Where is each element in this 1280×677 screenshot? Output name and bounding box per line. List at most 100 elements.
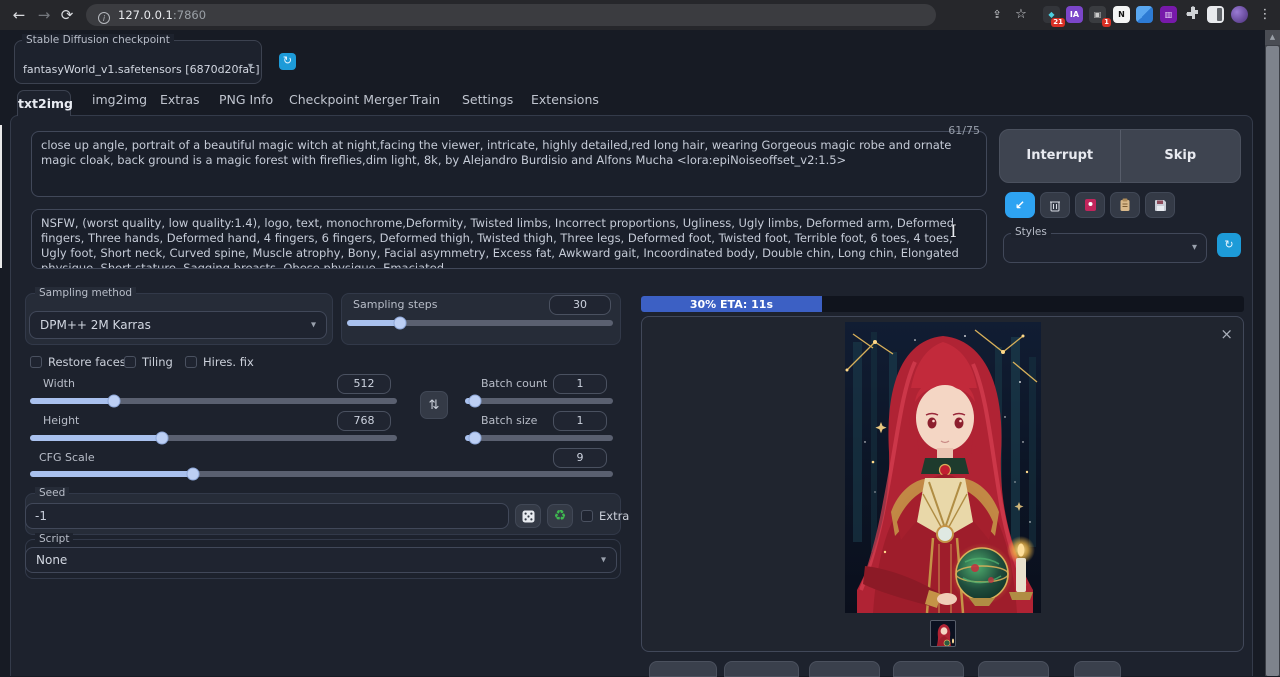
skip-button[interactable]: Skip: [1121, 130, 1241, 182]
chevron-down-icon: ▾: [601, 555, 606, 566]
slider-handle[interactable]: [187, 468, 200, 481]
apply-style-button[interactable]: [1110, 192, 1140, 218]
gem-pendant: [940, 465, 951, 476]
checkbox-icon: [30, 356, 42, 368]
tab-png-info[interactable]: PNG Info: [219, 92, 273, 107]
extension-pin-icon[interactable]: ◆21: [1043, 6, 1060, 23]
checkpoint-dropdown[interactable]: Stable Diffusion checkpoint fantasyWorld…: [14, 40, 262, 84]
height-label: Height: [43, 414, 79, 427]
gallery-action-button[interactable]: [809, 661, 880, 677]
profile-avatar[interactable]: [1231, 6, 1248, 23]
styles-dropdown[interactable]: Styles ▾: [1003, 233, 1207, 263]
width-slider[interactable]: [30, 398, 397, 404]
witch-face: [916, 385, 974, 451]
tab-extensions[interactable]: Extensions: [531, 92, 599, 107]
gallery-thumbnail[interactable]: [930, 620, 956, 647]
restore-faces-checkbox[interactable]: Restore faces: [30, 355, 126, 369]
browser-reload-button[interactable]: ⟳: [56, 4, 78, 26]
gallery-action-button[interactable]: [724, 661, 799, 677]
slider-handle[interactable]: [156, 432, 169, 445]
tiling-label: Tiling: [142, 355, 173, 369]
gallery-action-button[interactable]: [1074, 661, 1121, 677]
save-style-button[interactable]: [1145, 192, 1175, 218]
trash-icon: [1049, 199, 1061, 212]
checkpoint-label: Stable Diffusion checkpoint: [22, 34, 174, 46]
seed-input[interactable]: [25, 503, 509, 529]
extension-onenote-icon[interactable]: ▥: [1160, 6, 1177, 23]
tab-checkpoint-merger[interactable]: Checkpoint Merger: [289, 92, 407, 107]
close-icon[interactable]: ×: [1220, 327, 1233, 341]
window-edge-artifact: [0, 125, 2, 268]
extension-capture-icon[interactable]: ▣1: [1089, 6, 1106, 23]
sampling-steps-value[interactable]: 30: [549, 295, 611, 315]
cfg-scale-slider[interactable]: [30, 471, 613, 477]
extension-notion-icon[interactable]: N: [1113, 6, 1130, 23]
checkbox-icon: [185, 356, 197, 368]
slider-handle[interactable]: [108, 395, 121, 408]
scrollbar-thumb[interactable]: [1266, 46, 1279, 676]
generated-image-preview[interactable]: [845, 322, 1041, 613]
tiling-checkbox[interactable]: Tiling: [124, 355, 173, 369]
swap-dimensions-button[interactable]: ⇅: [420, 391, 448, 419]
tab-extras[interactable]: Extras: [160, 92, 200, 107]
cfg-scale-value[interactable]: 9: [553, 448, 607, 468]
sidebar-toggle-icon[interactable]: [1207, 6, 1224, 23]
extra-seed-checkbox[interactable]: Extra: [581, 509, 629, 523]
slider-handle[interactable]: [394, 317, 407, 330]
swap-arrows-icon: ⇅: [429, 398, 440, 413]
height-value[interactable]: 768: [337, 411, 391, 431]
height-slider[interactable]: [30, 435, 397, 441]
slider-handle[interactable]: [469, 395, 482, 408]
flower-card-icon: [1084, 198, 1097, 212]
floppy-disk-icon: [1154, 199, 1167, 212]
slider-handle[interactable]: [469, 432, 482, 445]
sampling-steps-slider[interactable]: [347, 320, 613, 326]
clear-prompt-button[interactable]: [1040, 192, 1070, 218]
extra-networks-button[interactable]: [1075, 192, 1105, 218]
script-select[interactable]: None ▾: [25, 547, 617, 573]
slider-fill: [30, 435, 162, 441]
output-gallery: ×: [641, 316, 1244, 652]
reuse-seed-button[interactable]: ♻: [547, 504, 573, 528]
gallery-action-button[interactable]: [978, 661, 1049, 677]
styles-refresh-button[interactable]: ↻: [1217, 233, 1241, 257]
browser-menu-icon[interactable]: ⋮: [1254, 4, 1276, 26]
script-label: Script: [35, 533, 73, 545]
sidebar-glyph: [1217, 8, 1222, 21]
address-bar[interactable]: i127.0.0.1:7860: [86, 4, 936, 26]
extensions-puzzle-icon[interactable]: [1184, 6, 1201, 23]
batch-size-label: Batch size: [481, 414, 537, 427]
sampling-method-select[interactable]: DPM++ 2M Karras ▾: [29, 311, 327, 339]
hires-fix-checkbox[interactable]: Hires. fix: [185, 355, 254, 369]
extension-blue-icon[interactable]: [1136, 6, 1153, 23]
checkpoint-refresh-button[interactable]: ↻: [279, 53, 296, 70]
chevron-down-icon: ▾: [248, 61, 253, 72]
paste-params-button[interactable]: ↙: [1005, 192, 1035, 218]
batch-size-value[interactable]: 1: [553, 411, 607, 431]
batch-size-slider[interactable]: [465, 435, 613, 441]
browser-back-button[interactable]: ←: [8, 4, 30, 26]
gallery-action-button[interactable]: [893, 661, 964, 677]
extension-ia-icon[interactable]: IA: [1066, 6, 1083, 23]
tab-img2img[interactable]: img2img: [92, 92, 147, 107]
scrollbar-up-arrow[interactable]: ▲: [1265, 30, 1280, 45]
checkbox-icon: [581, 510, 593, 522]
extra-seed-label: Extra: [599, 509, 629, 523]
width-value[interactable]: 512: [337, 374, 391, 394]
random-seed-button[interactable]: [515, 504, 541, 528]
batch-count-value[interactable]: 1: [553, 374, 607, 394]
interrupt-button[interactable]: Interrupt: [1000, 130, 1120, 182]
prompt-input[interactable]: close up angle, portrait of a beautiful …: [31, 131, 987, 197]
negative-prompt-input[interactable]: NSFW, (worst quality, low quality:1.4), …: [31, 209, 987, 269]
share-icon[interactable]: ⇪: [986, 4, 1008, 26]
gallery-action-button[interactable]: [649, 661, 717, 677]
webui-page: Stable Diffusion checkpoint fantasyWorld…: [0, 30, 1280, 676]
width-label: Width: [43, 377, 75, 390]
tab-settings[interactable]: Settings: [462, 92, 513, 107]
tab-txt2img[interactable]: txt2img: [17, 90, 71, 116]
browser-forward-button[interactable]: →: [33, 4, 55, 26]
site-info-icon[interactable]: i: [98, 12, 110, 24]
bookmark-star-icon[interactable]: ☆: [1010, 4, 1032, 26]
batch-count-slider[interactable]: [465, 398, 613, 404]
tab-train[interactable]: Train: [410, 92, 440, 107]
